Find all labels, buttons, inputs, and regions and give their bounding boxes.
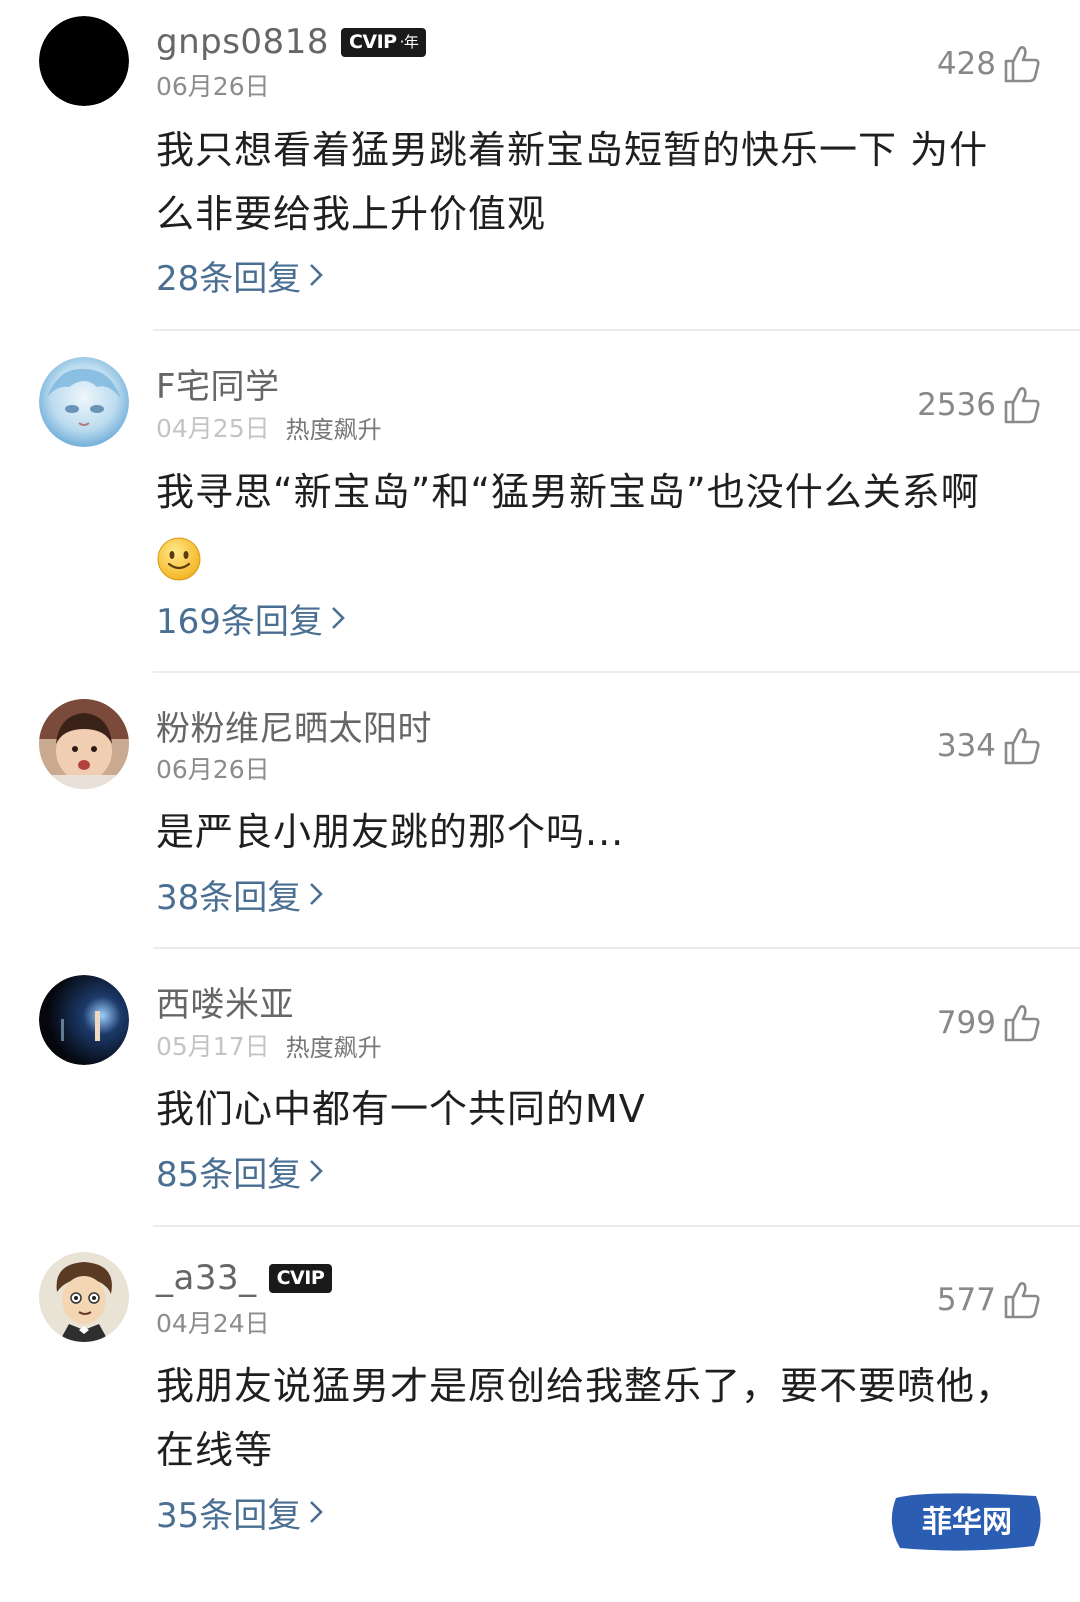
comment-date: 04月24日 bbox=[156, 1309, 270, 1338]
comment-text: 我只想看着猛男跳着新宝岛短暂的快乐一下 为什么非要给我上升价值观 bbox=[156, 128, 989, 236]
divider bbox=[153, 671, 1080, 673]
hot-tag: 热度飙升 bbox=[285, 1033, 382, 1062]
like-count: 577 bbox=[936, 1282, 996, 1318]
divider bbox=[153, 329, 1080, 331]
username[interactable]: F宅同学 bbox=[156, 359, 280, 408]
comment-text: 我朋友说猛男才是原创给我整乐了，要不要喷他，在线等 bbox=[156, 1364, 1015, 1472]
like-button[interactable]: 577 bbox=[937, 1276, 1042, 1324]
like-button[interactable]: 334 bbox=[937, 722, 1042, 770]
divider bbox=[153, 1225, 1080, 1227]
avatar[interactable] bbox=[39, 357, 129, 447]
divider bbox=[153, 947, 1080, 949]
like-count: 428 bbox=[936, 46, 996, 82]
thumbs-up-icon bbox=[1004, 46, 1040, 83]
username[interactable]: 粉粉维尼晒太阳时 bbox=[156, 701, 432, 750]
view-replies-link[interactable]: 169条回复 bbox=[156, 595, 345, 642]
thumbs-up-icon bbox=[1004, 387, 1040, 424]
view-replies-link[interactable]: 35条回复 bbox=[156, 1489, 324, 1536]
like-button[interactable]: 428 bbox=[937, 40, 1042, 88]
comment-date: 06月26日 bbox=[156, 72, 270, 101]
chevron-right-icon bbox=[310, 264, 324, 286]
thumbs-up-icon bbox=[1004, 1282, 1040, 1319]
username[interactable]: _a33_ bbox=[156, 1258, 257, 1298]
comment-date: 06月26日 bbox=[156, 755, 270, 784]
smiley-emoji-icon bbox=[157, 537, 201, 580]
like-button[interactable]: 2536 bbox=[917, 381, 1042, 429]
chevron-right-icon bbox=[310, 1501, 324, 1523]
vip-badge: CVIP bbox=[268, 1263, 333, 1293]
comment-text: 我寻思“新宝岛”和“猛男新宝岛”也没什么关系啊 bbox=[156, 460, 1016, 588]
like-count: 799 bbox=[936, 1005, 996, 1041]
username[interactable]: 西喽米亚 bbox=[156, 977, 294, 1026]
avatar[interactable] bbox=[39, 699, 129, 789]
thumbs-up-icon bbox=[1004, 728, 1040, 765]
avatar[interactable] bbox=[39, 975, 129, 1065]
chevron-right-icon bbox=[331, 607, 345, 629]
vip-badge: CVIP ·年 bbox=[340, 27, 427, 57]
comment-date: 05月17日 bbox=[156, 1032, 270, 1061]
watermark-logo: 菲华网 bbox=[886, 1490, 1048, 1554]
username[interactable]: gnps0818 bbox=[156, 22, 329, 62]
comment-text: 是严良小朋友跳的那个吗... bbox=[156, 810, 625, 854]
view-replies-link[interactable]: 85条回复 bbox=[156, 1148, 324, 1195]
like-count: 334 bbox=[936, 728, 996, 764]
thumbs-up-icon bbox=[1004, 1005, 1040, 1042]
hot-tag: 热度飙升 bbox=[285, 415, 382, 444]
like-count: 2536 bbox=[917, 387, 996, 423]
view-replies-link[interactable]: 28条回复 bbox=[156, 252, 324, 299]
chevron-right-icon bbox=[310, 1160, 324, 1182]
like-button[interactable]: 799 bbox=[937, 999, 1042, 1047]
avatar[interactable] bbox=[39, 1252, 129, 1342]
view-replies-link[interactable]: 38条回复 bbox=[156, 871, 324, 918]
avatar[interactable] bbox=[39, 16, 129, 106]
comment-date: 04月25日 bbox=[156, 414, 270, 443]
comment-text: 我们心中都有一个共同的MV bbox=[156, 1087, 646, 1131]
watermark-text: 菲华网 bbox=[922, 1505, 1012, 1540]
chevron-right-icon bbox=[310, 883, 324, 905]
